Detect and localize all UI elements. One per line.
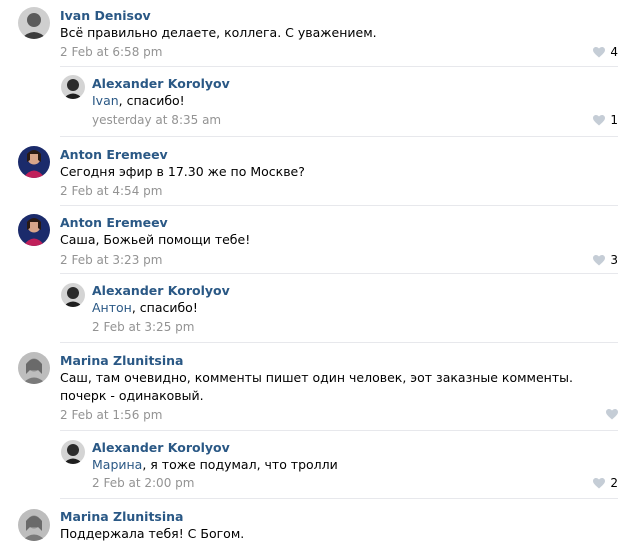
comment-text: Марина, я тоже подумал, что тролли — [92, 457, 338, 472]
comment-author[interactable]: Anton Eremeev — [60, 215, 168, 230]
like-count: 1 — [610, 113, 618, 127]
like-button[interactable]: 1 — [593, 113, 618, 127]
comment-author[interactable]: Alexander Korolyov — [92, 76, 230, 91]
like-button[interactable]: 4 — [593, 45, 618, 59]
comment-text: Антон, спасибо! — [92, 300, 198, 315]
separator — [60, 136, 618, 137]
comment-author[interactable]: Alexander Korolyov — [92, 283, 230, 298]
like-button[interactable]: 3 — [593, 253, 618, 267]
separator — [60, 498, 618, 499]
avatar[interactable] — [61, 75, 85, 99]
separator — [60, 205, 618, 206]
comment-author[interactable]: Marina Zlunitsina — [60, 353, 183, 368]
avatar[interactable] — [18, 352, 50, 384]
comment-text: Ivan, спасибо! — [92, 93, 185, 108]
mention-link[interactable]: Антон — [92, 300, 132, 315]
heart-icon — [593, 254, 606, 266]
mention-link[interactable]: Марина — [92, 457, 142, 472]
comment-author[interactable]: Alexander Korolyov — [92, 440, 230, 455]
separator — [60, 273, 618, 274]
separator — [60, 66, 618, 67]
comment-date[interactable]: 2 Feb at 4:54 pm — [60, 184, 162, 198]
like-button[interactable] — [606, 409, 618, 420]
heart-icon — [593, 477, 606, 489]
avatar[interactable] — [18, 146, 50, 178]
like-count: 3 — [610, 253, 618, 267]
comment-text: Саш, там очевидно, комменты пишет один ч… — [60, 370, 573, 403]
like-count: 4 — [610, 45, 618, 59]
comment-text: Сегодня эфир в 17.30 же по Москве? — [60, 164, 305, 179]
heart-icon — [593, 114, 606, 126]
separator — [60, 430, 618, 431]
like-button[interactable]: 2 — [593, 476, 618, 490]
like-count: 2 — [610, 476, 618, 490]
comment-date[interactable]: 2 Feb at 3:25 pm — [92, 320, 194, 334]
heart-icon — [593, 46, 606, 58]
comment-date[interactable]: 2 Feb at 6:58 pm — [60, 45, 162, 59]
comment-text: Поддержала тебя! С Богом. — [60, 526, 245, 541]
comment-date[interactable]: 2 Feb at 3:23 pm — [60, 253, 162, 267]
avatar[interactable] — [61, 440, 85, 464]
avatar[interactable] — [18, 509, 50, 541]
avatar[interactable] — [18, 7, 50, 39]
mention-link[interactable]: Ivan — [92, 93, 119, 108]
comment-date[interactable]: 2 Feb at 1:56 pm — [60, 408, 162, 422]
avatar[interactable] — [18, 214, 50, 246]
comment-text: Всё правильно делаете, коллега. С уважен… — [60, 25, 377, 40]
heart-icon — [606, 409, 618, 420]
comment-author[interactable]: Marina Zlunitsina — [60, 509, 183, 524]
avatar[interactable] — [61, 283, 85, 307]
comment-author[interactable]: Ivan Denisov — [60, 8, 151, 23]
comment-text: Саша, Божьей помощи тебе! — [60, 232, 251, 247]
comment-date[interactable]: 2 Feb at 2:00 pm — [92, 476, 194, 490]
comment-date[interactable]: yesterday at 8:35 am — [92, 113, 221, 127]
separator — [60, 342, 618, 343]
comment-author[interactable]: Anton Eremeev — [60, 147, 168, 162]
